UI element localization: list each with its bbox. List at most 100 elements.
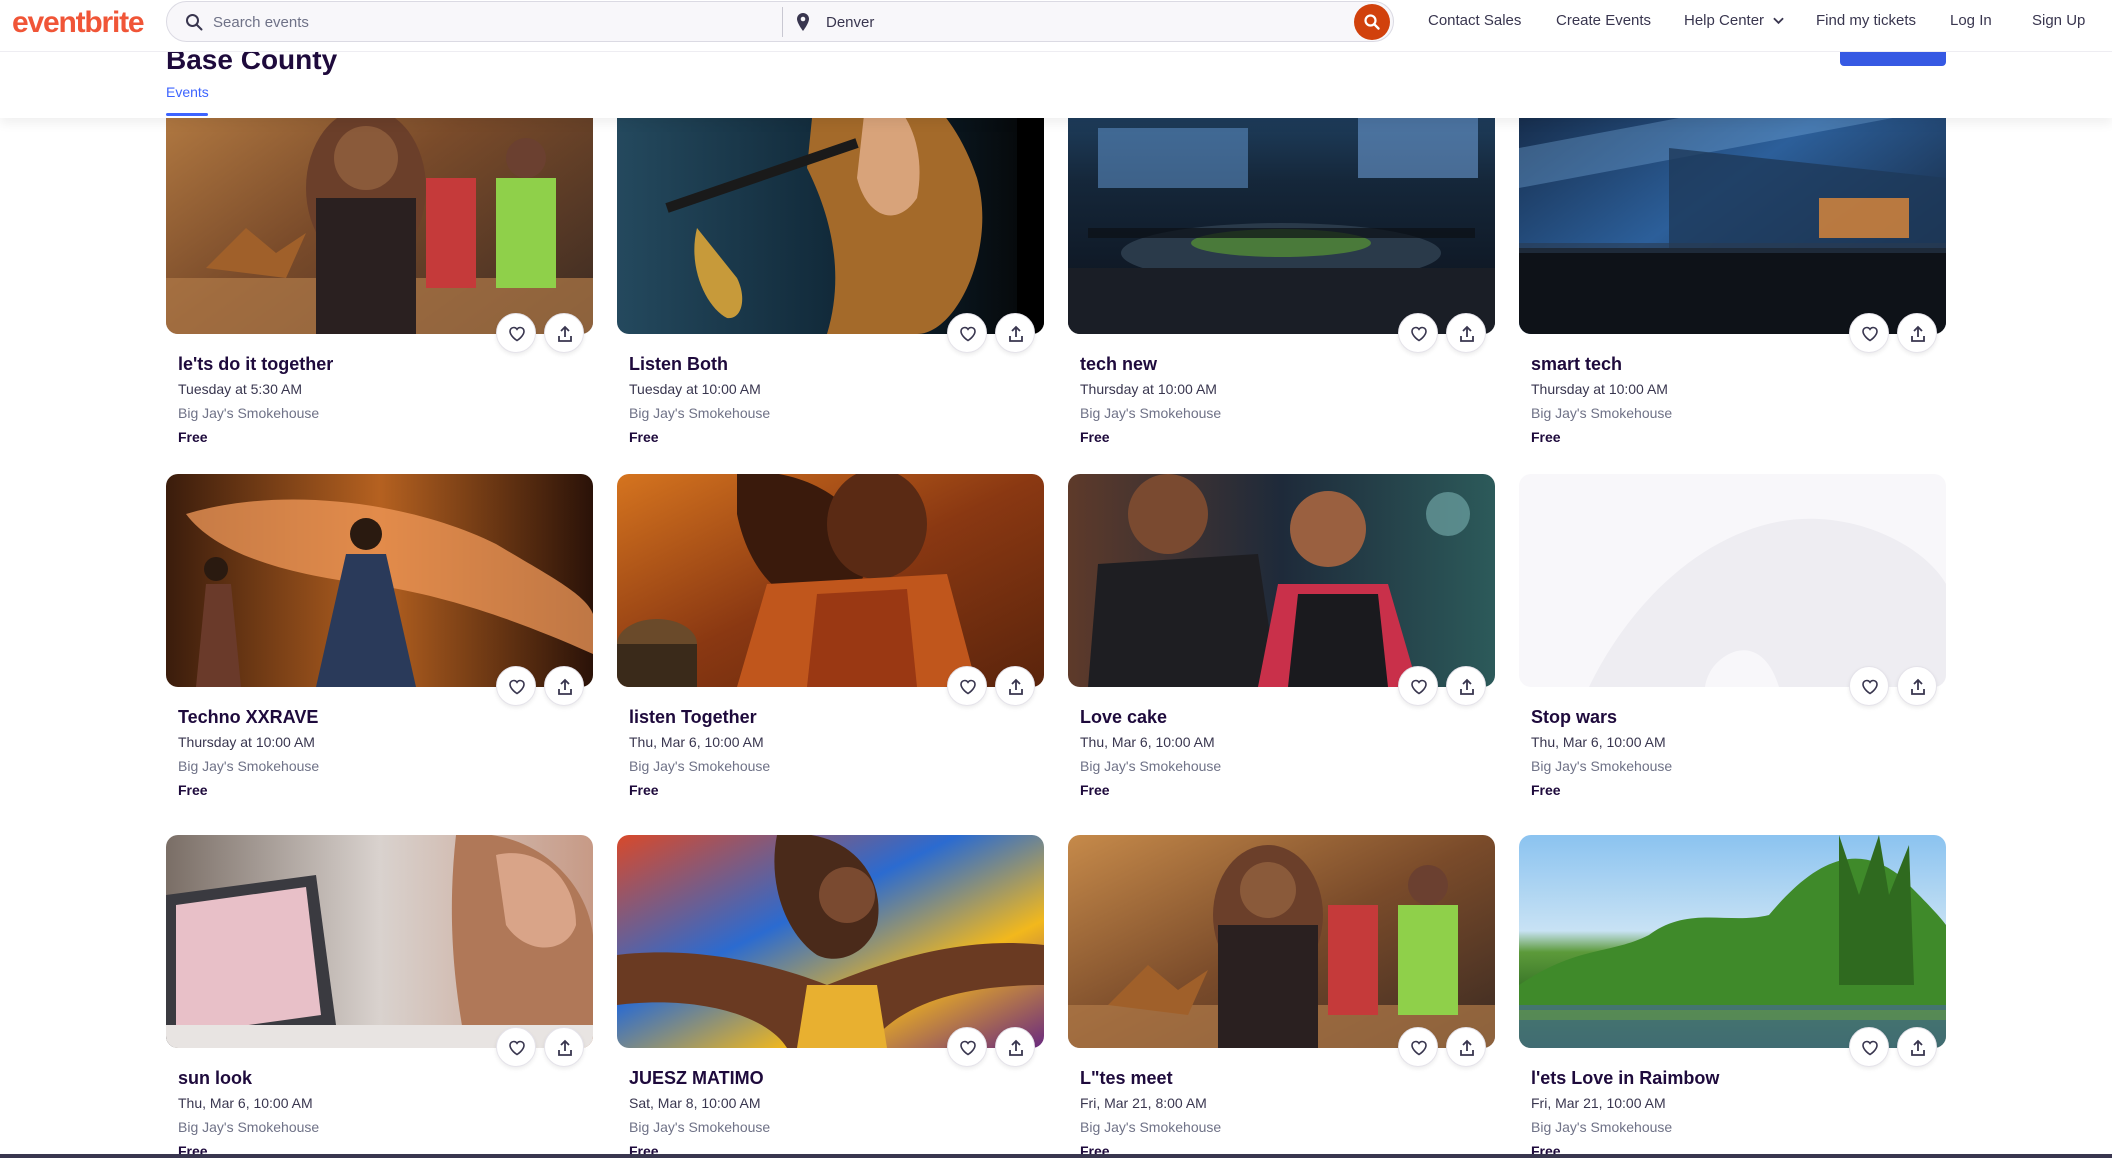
share-button[interactable]	[1897, 1027, 1937, 1067]
share-button[interactable]	[1446, 1027, 1486, 1067]
share-button[interactable]	[1897, 313, 1937, 353]
share-icon	[1460, 325, 1474, 342]
share-button[interactable]	[1446, 666, 1486, 706]
nav-help-center[interactable]: Help Center	[1684, 12, 1784, 32]
event-image[interactable]	[617, 835, 1044, 1048]
like-button[interactable]	[947, 1027, 987, 1067]
like-button[interactable]	[947, 313, 987, 353]
event-title[interactable]: Listen Both	[629, 354, 728, 375]
event-card[interactable]: JUESZ MATIMO Sat, Mar 8, 10:00 AM Big Ja…	[617, 835, 1044, 1158]
event-date: Tuesday at 10:00 AM	[629, 381, 761, 397]
event-image[interactable]	[166, 835, 593, 1048]
event-card[interactable]: smart tech Thursday at 10:00 AM Big Jay'…	[1519, 28, 1946, 445]
event-title[interactable]: listen Together	[629, 707, 757, 728]
event-title[interactable]: l'ets Love in Raimbow	[1531, 1068, 1719, 1089]
like-button[interactable]	[1849, 313, 1889, 353]
event-card[interactable]: Stop wars Thu, Mar 6, 10:00 AM Big Jay's…	[1519, 474, 1946, 798]
like-button[interactable]	[1849, 666, 1889, 706]
event-card[interactable]: Techno XXRAVE Thursday at 10:00 AM Big J…	[166, 474, 593, 798]
event-venue: Big Jay's Smokehouse	[178, 758, 320, 774]
heart-icon	[960, 326, 976, 342]
event-image[interactable]	[617, 474, 1044, 687]
share-button[interactable]	[995, 666, 1035, 706]
share-icon	[558, 678, 572, 695]
event-venue: Big Jay's Smokehouse	[1531, 405, 1673, 421]
share-icon	[1911, 1039, 1925, 1056]
heart-icon	[1411, 679, 1427, 695]
event-date: Fri, Mar 21, 10:00 AM	[1531, 1095, 1666, 1111]
event-image[interactable]	[1068, 474, 1495, 687]
event-date: Thu, Mar 6, 10:00 AM	[1080, 734, 1215, 750]
search-submit-button[interactable]	[1354, 4, 1390, 40]
event-venue: Big Jay's Smokehouse	[1080, 1119, 1222, 1135]
like-button[interactable]	[1398, 1027, 1438, 1067]
share-button[interactable]	[544, 666, 584, 706]
share-icon	[1009, 1039, 1023, 1056]
like-button[interactable]	[496, 666, 536, 706]
event-image-placeholder[interactable]	[1519, 474, 1946, 687]
organizer-title: Base County	[166, 52, 338, 75]
event-title[interactable]: Techno XXRAVE	[178, 707, 318, 728]
event-title[interactable]: L"tes meet	[1080, 1068, 1173, 1089]
event-price: Free	[178, 782, 208, 798]
like-button[interactable]	[1398, 666, 1438, 706]
event-image[interactable]	[1068, 835, 1495, 1048]
chevron-down-icon	[1773, 17, 1784, 25]
event-card[interactable]: Love cake Thu, Mar 6, 10:00 AM Big Jay's…	[1068, 474, 1495, 798]
event-date: Fri, Mar 21, 8:00 AM	[1080, 1095, 1207, 1111]
event-card[interactable]: sun look Thu, Mar 6, 10:00 AM Big Jay's …	[166, 835, 593, 1158]
like-button[interactable]	[496, 313, 536, 353]
share-icon	[1460, 1039, 1474, 1056]
like-button[interactable]	[496, 1027, 536, 1067]
event-title[interactable]: le'ts do it together	[178, 354, 333, 375]
event-venue: Big Jay's Smokehouse	[178, 1119, 320, 1135]
event-date: Thursday at 10:00 AM	[1531, 381, 1668, 397]
share-button[interactable]	[544, 313, 584, 353]
like-button[interactable]	[1849, 1027, 1889, 1067]
event-title[interactable]: tech new	[1080, 354, 1157, 375]
event-price: Free	[1531, 429, 1561, 445]
event-venue: Big Jay's Smokehouse	[629, 758, 771, 774]
event-title[interactable]: sun look	[178, 1068, 252, 1089]
nav-contact-sales[interactable]: Contact Sales	[1428, 12, 1521, 32]
like-button[interactable]	[947, 666, 987, 706]
event-title[interactable]: smart tech	[1531, 354, 1622, 375]
event-title[interactable]: Love cake	[1080, 707, 1167, 728]
share-button[interactable]	[544, 1027, 584, 1067]
event-title[interactable]: JUESZ MATIMO	[629, 1068, 764, 1089]
tab-events[interactable]: Events	[166, 84, 209, 110]
nav-log-in[interactable]: Log In	[1950, 12, 1992, 32]
event-price: Free	[629, 429, 659, 445]
event-card[interactable]: l'ets Love in Raimbow Fri, Mar 21, 10:00…	[1519, 835, 1946, 1158]
nav-create-events[interactable]: Create Events	[1556, 12, 1651, 32]
follow-button[interactable]	[1840, 52, 1946, 66]
like-button[interactable]	[1398, 313, 1438, 353]
event-image[interactable]	[166, 474, 593, 687]
event-card[interactable]: tech new Thursday at 10:00 AM Big Jay's …	[1068, 28, 1495, 445]
heart-icon	[1862, 326, 1878, 342]
share-button[interactable]	[995, 313, 1035, 353]
organizer-subheader: Base County Events	[0, 52, 2112, 118]
event-venue: Big Jay's Smokehouse	[1531, 758, 1673, 774]
location-input[interactable]	[826, 10, 1226, 34]
share-button[interactable]	[1446, 313, 1486, 353]
share-icon	[558, 1039, 572, 1056]
event-date: Thu, Mar 6, 10:00 AM	[178, 1095, 313, 1111]
nav-sign-up[interactable]: Sign Up	[2032, 12, 2085, 32]
event-card[interactable]: le'ts do it together Tuesday at 5:30 AM …	[166, 28, 593, 445]
event-image[interactable]	[1519, 835, 1946, 1048]
share-button[interactable]	[995, 1027, 1035, 1067]
heart-icon	[1411, 1040, 1427, 1056]
event-date: Thursday at 10:00 AM	[1080, 381, 1217, 397]
event-card[interactable]: listen Together Thu, Mar 6, 10:00 AM Big…	[617, 474, 1044, 798]
nav-find-my-tickets[interactable]: Find my tickets	[1816, 12, 1916, 32]
heart-icon	[960, 1040, 976, 1056]
event-card[interactable]: Listen Both Tuesday at 10:00 AM Big Jay'…	[617, 28, 1044, 445]
share-button[interactable]	[1897, 666, 1937, 706]
eventbrite-logo[interactable]: eventbrite	[12, 6, 145, 40]
event-title[interactable]: Stop wars	[1531, 707, 1617, 728]
event-venue: Big Jay's Smokehouse	[629, 405, 771, 421]
heart-icon	[509, 1040, 525, 1056]
event-venue: Big Jay's Smokehouse	[1531, 1119, 1673, 1135]
event-card[interactable]: L"tes meet Fri, Mar 21, 8:00 AM Big Jay'…	[1068, 835, 1495, 1158]
